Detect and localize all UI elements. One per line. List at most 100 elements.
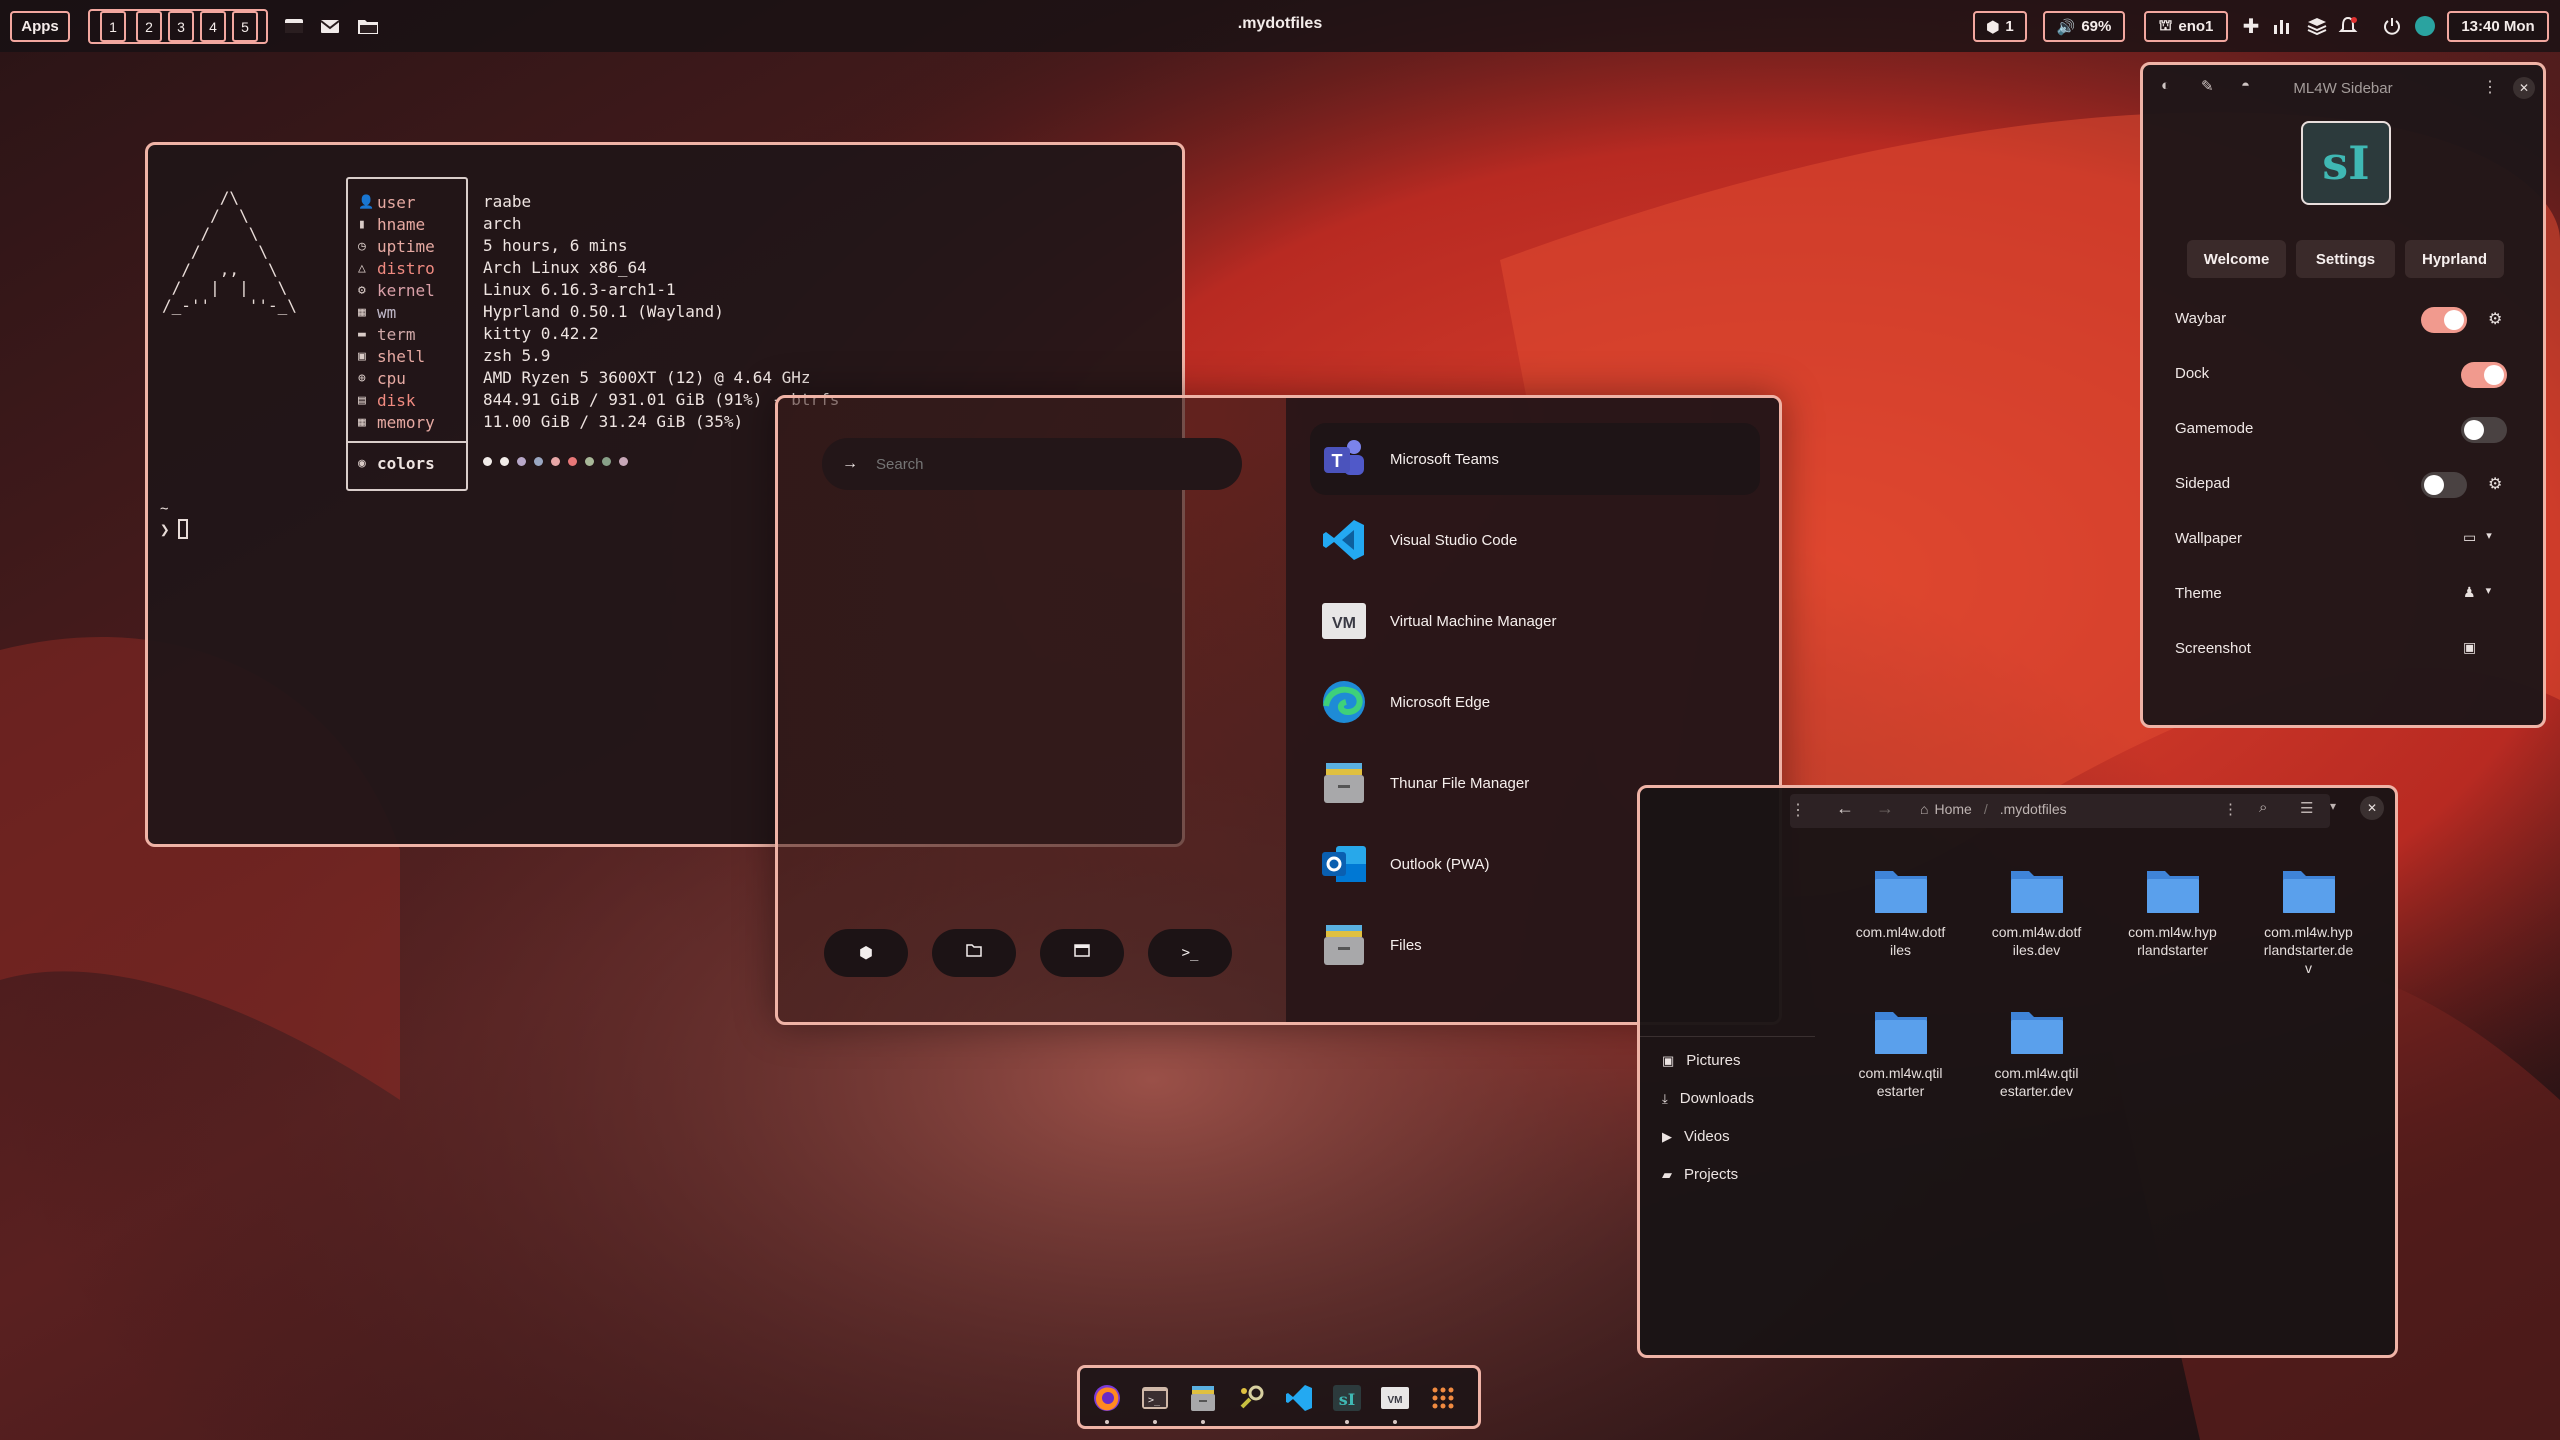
updates-indicator[interactable]: ⬢ 1 (1973, 11, 2027, 42)
tab-settings[interactable]: Settings (2296, 240, 2395, 278)
folder-icon[interactable] (356, 14, 380, 38)
search-input[interactable] (876, 455, 1216, 473)
system-monitor-icon[interactable] (2270, 14, 2294, 38)
folder-item[interactable]: com.ml4w.hyp rlandstarter.de v (2251, 865, 2366, 977)
back-arrow-icon[interactable]: ← (1836, 798, 1854, 819)
close-button[interactable]: ✕ (2513, 77, 2535, 99)
power-icon[interactable] (2380, 14, 2404, 38)
waybar-toggle[interactable] (2421, 307, 2467, 333)
prompt-line[interactable]: ❯ (160, 519, 188, 539)
volume-indicator[interactable]: 🔊 69% (2043, 11, 2125, 42)
workspace-label: 3 (177, 18, 185, 35)
waybar-settings-gear-icon[interactable]: ⚙ (2488, 309, 2502, 329)
list-view-icon[interactable]: ☰ (2300, 799, 2313, 817)
sidebar-item-downloads[interactable]: ⤓ Downloads (1662, 1090, 1754, 1107)
workspace-3[interactable]: 3 (168, 11, 194, 42)
files-mode-button[interactable] (932, 929, 1016, 977)
app-name: Virtual Machine Manager (1390, 612, 1557, 630)
dock-app-grid-icon[interactable] (1427, 1382, 1459, 1414)
home-icon: ⌂ (1920, 801, 1929, 817)
terminal-mode-button[interactable]: >_ (1148, 929, 1232, 977)
arch-icon: △ (358, 260, 366, 276)
sidebar-item-videos[interactable]: ▶ Videos (1662, 1128, 1730, 1145)
app-name: Thunar File Manager (1390, 774, 1530, 792)
breadcrumb-home[interactable]: Home (1934, 801, 1971, 817)
dock-vscode-icon[interactable] (1283, 1382, 1315, 1414)
sidepad-toggle[interactable] (2421, 472, 2467, 498)
sidebar-item-label: Pictures (1686, 1052, 1741, 1069)
app-name: Files (1390, 936, 1422, 954)
close-button[interactable]: ✕ (2360, 796, 2384, 820)
sidebar-item-pictures[interactable]: ▣ Pictures (1662, 1052, 1740, 1069)
fetch-key-user: 👤 user (358, 191, 416, 213)
search-bar[interactable]: → (822, 438, 1242, 490)
menu-icon[interactable]: ⋮ (1790, 800, 1806, 820)
layers-icon[interactable] (2305, 14, 2329, 38)
chevron-down-icon[interactable]: ▾ (2330, 799, 2336, 813)
launcher-app-vscode[interactable]: Visual Studio Code (1310, 504, 1760, 576)
screenshot-action-icon[interactable]: ▣ (2463, 639, 2476, 656)
sidebar-item-projects[interactable]: ▰ Projects (1662, 1166, 1738, 1183)
workspace-1[interactable]: 1 (100, 11, 126, 42)
setting-label-wallpaper: Wallpaper (2175, 530, 2242, 547)
toggle-knob (2484, 365, 2504, 385)
folder-item[interactable]: com.ml4w.qtil estarter (1843, 1006, 1958, 1100)
dock-terminal-icon[interactable]: >_ (1139, 1382, 1171, 1414)
dock-toggle[interactable] (2461, 362, 2507, 388)
workspace-5[interactable]: 5 (232, 11, 258, 42)
sidepad-settings-gear-icon[interactable]: ⚙ (2488, 474, 2502, 494)
workspace-2[interactable]: 2 (136, 11, 162, 42)
running-indicator (1345, 1420, 1349, 1424)
folder-item[interactable]: com.ml4w.dotf iles.dev (1979, 865, 2094, 959)
windows-mode-button[interactable] (1040, 929, 1124, 977)
notification-bell-icon[interactable] (2336, 14, 2360, 38)
clock-text: 13:40 Mon (2461, 18, 2535, 35)
mail-icon[interactable] (318, 14, 342, 38)
running-indicator (1105, 1420, 1109, 1424)
app-name: Visual Studio Code (1390, 531, 1518, 549)
close-icon: ✕ (2518, 81, 2530, 95)
fetch-key-label: memory (377, 412, 435, 432)
fetch-key-label: disk (377, 390, 416, 410)
tab-hyprland[interactable]: Hyprland (2405, 240, 2504, 278)
gamemode-toggle[interactable] (2461, 417, 2507, 443)
folder-item[interactable]: com.ml4w.qtil estarter.dev (1979, 1006, 2094, 1100)
fetch-key-label: hname (377, 214, 426, 234)
apps-button[interactable]: Apps (10, 11, 70, 42)
search-files-icon[interactable]: ⌕ (2259, 799, 2267, 816)
launcher-app-edge[interactable]: Microsoft Edge (1310, 666, 1760, 738)
folder-icon (2145, 865, 2201, 915)
clock[interactable]: 13:40 Mon (2447, 11, 2549, 42)
app-launcher: → ⬢ >_ T Microsoft Teams Visual Studio Cod… (775, 395, 1782, 1025)
folder-item[interactable]: com.ml4w.hyp rlandstarter (2115, 865, 2230, 959)
theme-action-icon[interactable]: ♟ ▾ (2463, 584, 2491, 601)
clock-icon: ◷ (358, 238, 366, 254)
color-dot (619, 457, 628, 466)
breadcrumb-current[interactable]: .mydotfiles (2000, 801, 2067, 817)
network-indicator[interactable]: ⛫ eno1 (2144, 11, 2228, 42)
apps-mode-button[interactable]: ⬢ (824, 929, 908, 977)
wallpaper-action-icon[interactable]: ▭ ▾ (2463, 529, 2492, 546)
folder-item[interactable]: com.ml4w.dotf iles (1843, 865, 1958, 959)
forward-arrow-icon[interactable]: → (1876, 798, 1894, 819)
dock-settings-icon[interactable] (1235, 1382, 1267, 1414)
prompt-tilde: ~ (160, 501, 169, 517)
bluetooth-icon[interactable]: ✚ (2239, 14, 2263, 38)
dock-firefox-icon[interactable] (1091, 1382, 1123, 1414)
launcher-app-teams[interactable]: T Microsoft Teams (1310, 423, 1760, 495)
launcher-app-vmm[interactable]: VM Virtual Machine Manager (1310, 585, 1760, 657)
folder-icon (1873, 1006, 1929, 1056)
browser-window-icon[interactable] (282, 14, 306, 38)
workspace-4[interactable]: 4 (200, 11, 226, 42)
avatar-icon[interactable] (2413, 14, 2437, 38)
more-menu-icon[interactable]: ⋮ (2482, 77, 2498, 97)
tab-label: Welcome (2203, 250, 2270, 268)
dock-files-icon[interactable] (1187, 1382, 1219, 1414)
dock-vmm-icon[interactable]: VM (1379, 1382, 1411, 1414)
path-menu-icon[interactable]: ⋮ (2223, 800, 2238, 818)
prompt-symbol: ❯ (160, 519, 170, 539)
color-dot (534, 457, 543, 466)
tab-welcome[interactable]: Welcome (2187, 240, 2286, 278)
disk-icon: ▤ (358, 392, 366, 408)
dock-ml4w-icon[interactable]: sI (1331, 1382, 1363, 1414)
